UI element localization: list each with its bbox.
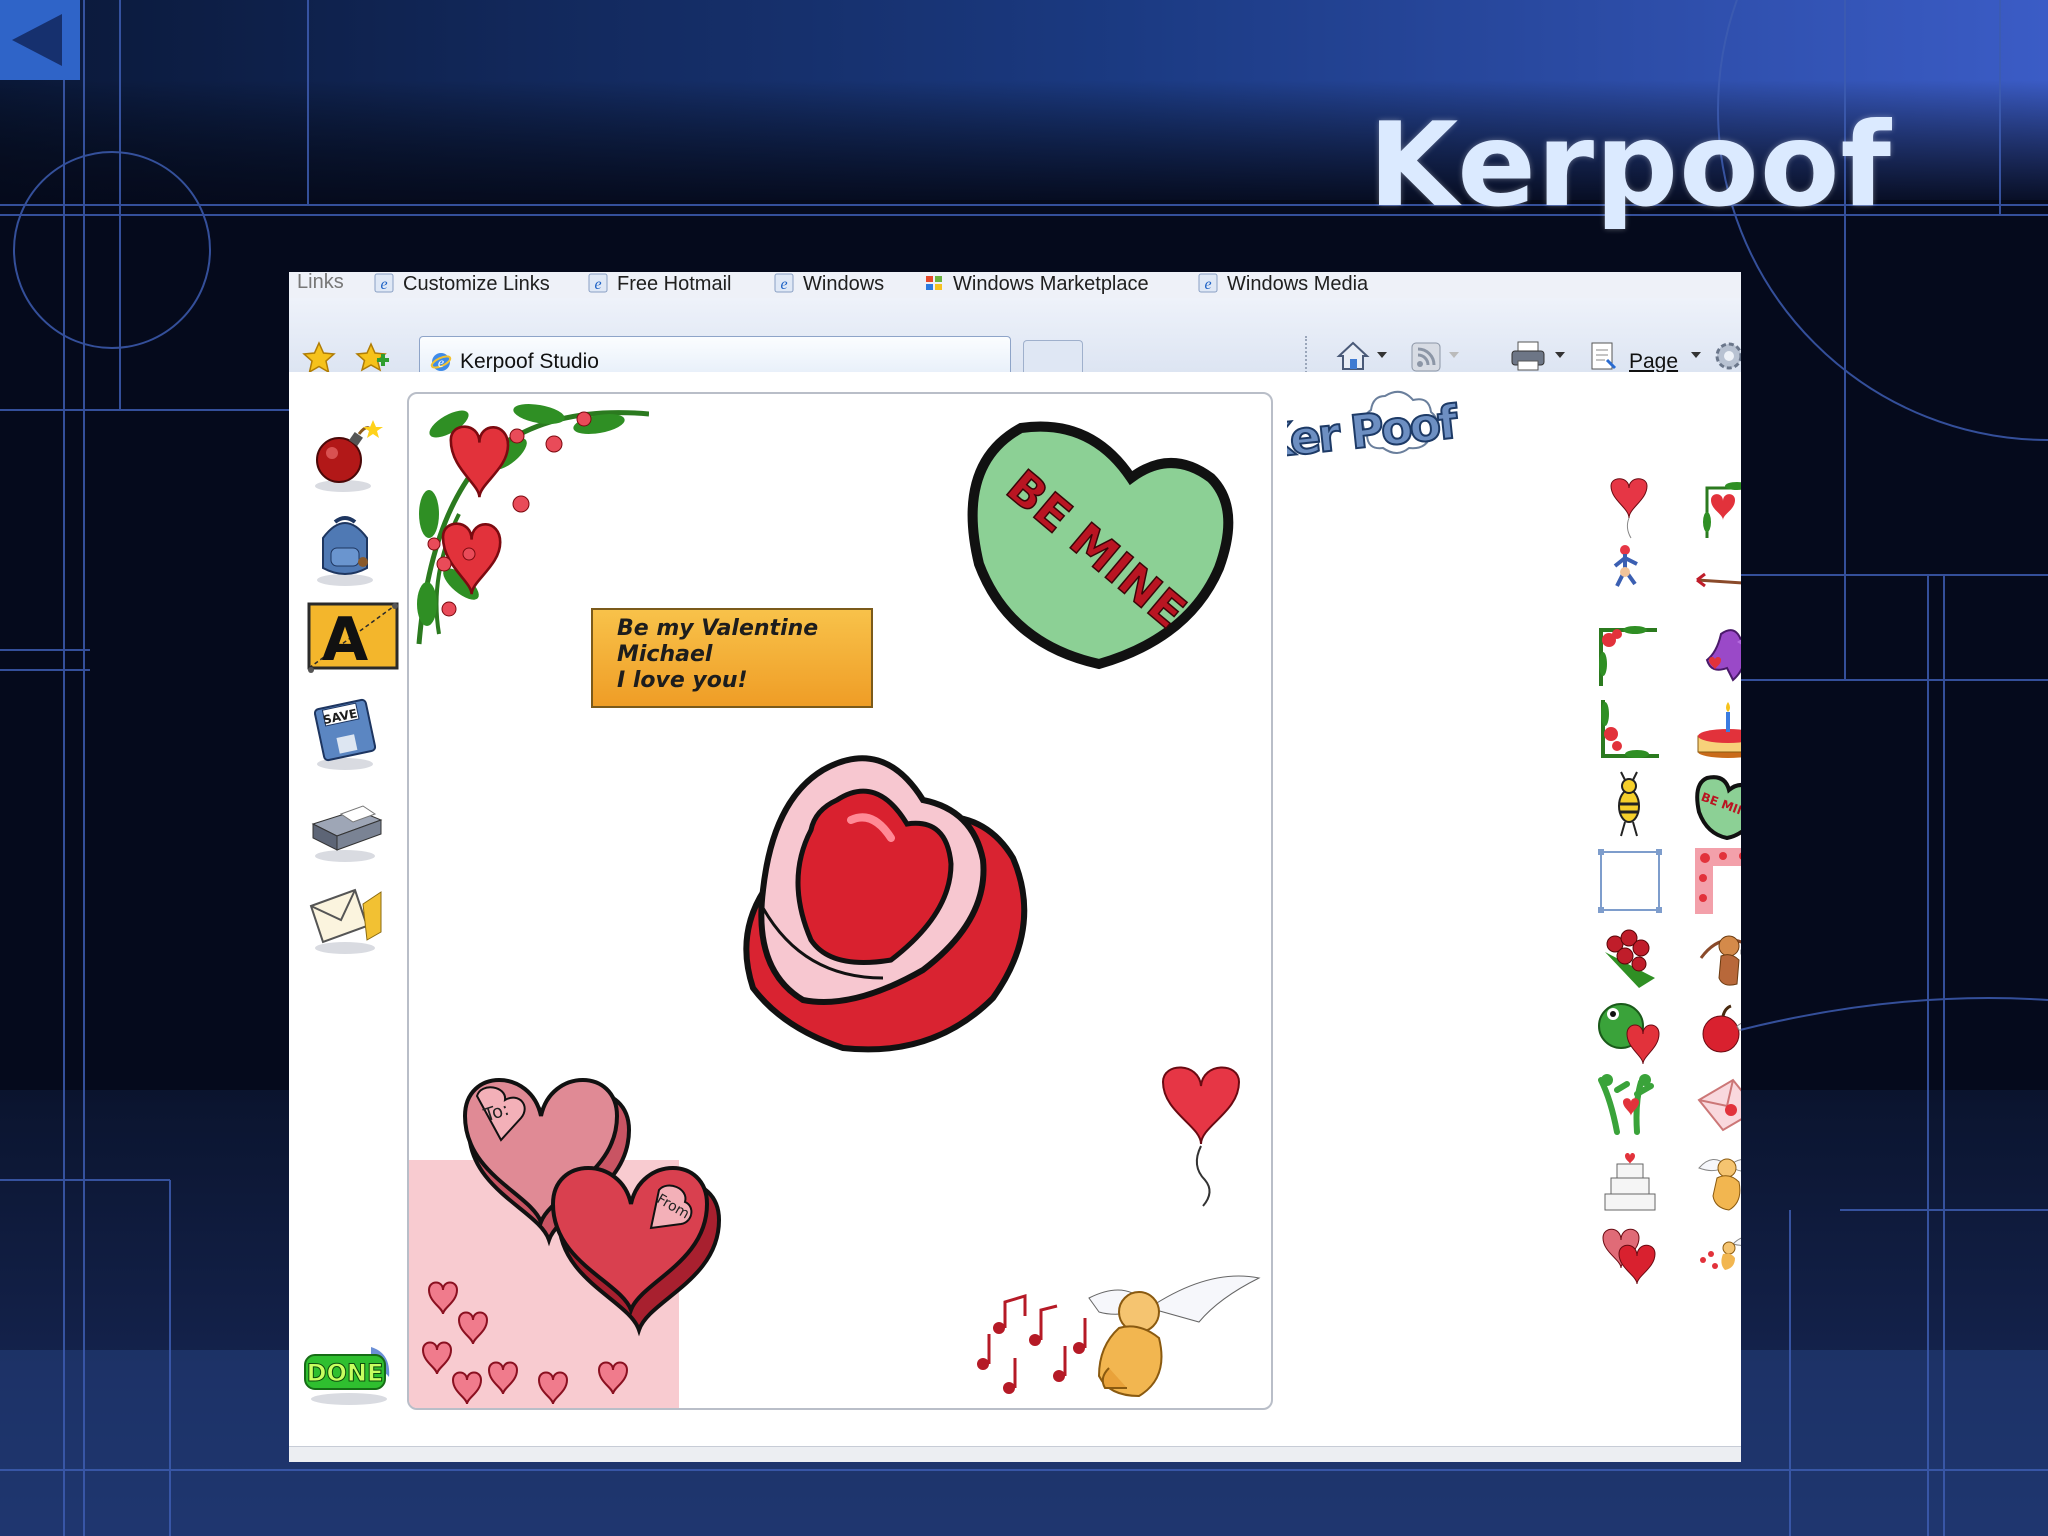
palette-vine-corner[interactable] <box>1595 620 1665 690</box>
links-label: Links <box>297 272 344 293</box>
svg-text:e: e <box>438 356 444 371</box>
svg-text:e: e <box>1204 276 1211 293</box>
page-icon <box>1591 342 1617 370</box>
cupid-music-sticker[interactable] <box>969 1268 1263 1408</box>
link-label: Windows Media <box>1227 273 1369 295</box>
kerpoof-app: A SAVE DONE Be my Valentine Michael I lo… <box>289 372 1741 1462</box>
to-from-hearts-sticker[interactable]: To: From: <box>409 1070 729 1408</box>
back-arrow-icon <box>12 14 62 66</box>
link-label: Windows <box>803 273 885 295</box>
previous-slide-button[interactable] <box>0 0 80 80</box>
heart-candy-box-sticker[interactable] <box>733 748 1039 1058</box>
palette-rose-bouquet[interactable] <box>1595 922 1665 992</box>
palette-frog-heart[interactable] <box>1595 996 1665 1066</box>
svg-text:e: e <box>380 276 387 293</box>
ie-logo-icon: e <box>430 353 452 371</box>
svg-text:e: e <box>594 276 601 293</box>
palette-birthday-cake[interactable] <box>1693 694 1741 764</box>
note-line-2: Michael <box>617 642 713 667</box>
svg-text:A: A <box>322 605 369 675</box>
kerpoof-logo: Ker Poof <box>1287 390 1462 468</box>
page-menu-button[interactable]: Page <box>1629 350 1678 374</box>
palette-heart-pattern-corner[interactable] <box>1693 846 1741 916</box>
palette-wedding-cake[interactable] <box>1595 1146 1665 1216</box>
palette-two-hearts[interactable] <box>1595 1220 1665 1290</box>
palette-love-letter[interactable] <box>1693 1070 1741 1140</box>
links-bar: Links e Customize Links e Free Hotmail e Wi… <box>289 272 1741 298</box>
palette-dragon[interactable] <box>1693 620 1741 690</box>
palette-be-mine-heart[interactable]: BE MINE <box>1693 770 1741 840</box>
home-icon[interactable] <box>1335 338 1371 374</box>
ie-page-icon: e <box>1198 273 1218 293</box>
tools-gear-icon[interactable] <box>1711 338 1741 374</box>
heart-balloon-sticker[interactable] <box>1153 1058 1249 1208</box>
palette-vine-corner-small[interactable] <box>1693 472 1741 542</box>
link-customize-links[interactable]: e Customize Links <box>373 272 550 298</box>
slide-title: Kerpoof <box>1368 98 1892 233</box>
page-menu-label: Page <box>1629 350 1679 373</box>
save-icon[interactable]: SAVE <box>305 692 385 772</box>
rss-feed-icon[interactable] <box>1409 340 1443 374</box>
palette-cupid-archer[interactable] <box>1693 922 1741 992</box>
palette-arrow[interactable] <box>1693 544 1741 614</box>
note-line-3: I love you! <box>617 668 748 693</box>
ie-page-icon: e <box>588 273 608 293</box>
valentine-note[interactable]: Be my Valentine Michael I love you! <box>591 608 873 708</box>
done-button-label: DONE <box>307 1359 384 1387</box>
svg-text:e: e <box>780 276 787 293</box>
link-label: Free Hotmail <box>617 273 732 295</box>
palette-flying-cupid-small[interactable] <box>1693 1220 1741 1290</box>
palette-heart-balloon[interactable] <box>1595 472 1665 542</box>
add-favorite-icon[interactable] <box>355 340 391 376</box>
done-button[interactable]: DONE <box>301 1332 397 1412</box>
ie-page-icon: e <box>374 273 394 293</box>
palette-cupid-angel[interactable] <box>1693 1146 1741 1216</box>
browser-screenshot: Links e Customize Links e Free Hotmail e Wi… <box>289 272 1741 1462</box>
chevron-down-icon[interactable] <box>1553 350 1567 360</box>
palette-hanging-figure[interactable] <box>1595 544 1665 614</box>
text-tool-icon[interactable]: A <box>305 600 401 680</box>
tab-title: Kerpoof Studio <box>460 350 599 373</box>
note-line-1: Be my Valentine <box>617 616 819 641</box>
link-windows-marketplace[interactable]: Windows Marketplace <box>923 272 1149 298</box>
link-label: Windows Marketplace <box>953 273 1149 295</box>
browser-status-strip <box>289 1446 1741 1462</box>
link-free-hotmail[interactable]: e Free Hotmail <box>587 272 731 298</box>
drawing-canvas[interactable]: Be my Valentine Michael I love you! BE M… <box>407 392 1273 1410</box>
chevron-down-icon[interactable] <box>1375 350 1389 360</box>
backpack-icon[interactable] <box>305 508 385 588</box>
chevron-down-icon <box>1449 352 1459 358</box>
link-windows-media[interactable]: e Windows Media <box>1197 272 1368 298</box>
link-label: Customize Links <box>403 273 550 295</box>
windows-flag-icon <box>926 276 942 290</box>
envelope-icon[interactable] <box>305 876 385 956</box>
favorites-star-icon[interactable] <box>301 340 337 376</box>
palette-vine-corner-bottom[interactable] <box>1595 694 1665 764</box>
print-icon[interactable] <box>1509 338 1547 374</box>
bomb-icon[interactable] <box>305 416 385 496</box>
chevron-down-icon[interactable] <box>1689 350 1703 360</box>
printer-icon[interactable] <box>305 784 385 864</box>
palette-frame-selected[interactable] <box>1595 846 1665 916</box>
palette-apple-wings[interactable] <box>1693 996 1741 1066</box>
palette-frogs-pair[interactable] <box>1595 1070 1665 1140</box>
kerpoof-logo-text: Ker Poof <box>1287 394 1461 468</box>
be-mine-candy-heart-sticker[interactable]: BE MINE <box>961 416 1237 672</box>
ie-page-icon: e <box>774 273 794 293</box>
link-windows[interactable]: e Windows <box>773 272 884 298</box>
palette-bee[interactable] <box>1595 770 1665 840</box>
